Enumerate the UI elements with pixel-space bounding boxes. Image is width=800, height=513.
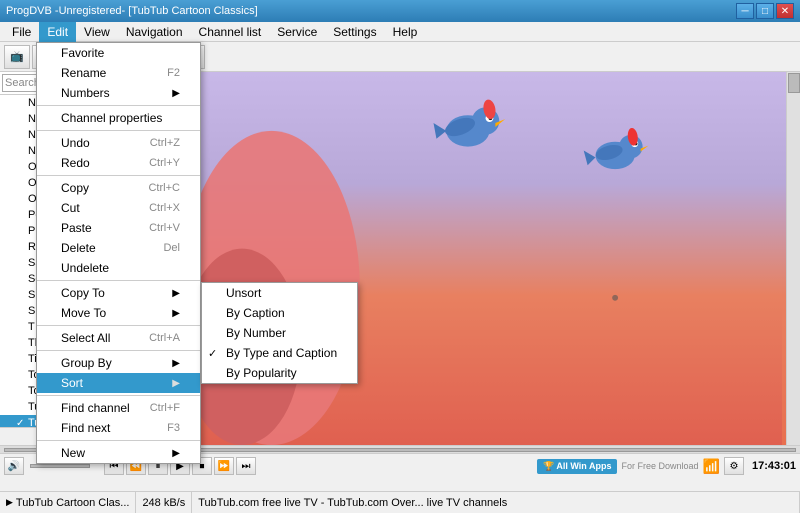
clock: 17:43:01 <box>752 460 796 472</box>
edit-group-by[interactable]: Group By▶ <box>37 353 200 373</box>
menu-navigation[interactable]: Navigation <box>118 22 191 42</box>
volume-btn[interactable]: 🔊 <box>4 457 24 475</box>
sep <box>37 325 200 326</box>
edit-menu: Favorite RenameF2 Numbers▶ Channel prope… <box>36 42 201 464</box>
sort-menu: Unsort By Caption By Number ✓By Type and… <box>201 282 358 384</box>
menu-service[interactable]: Service <box>269 22 325 42</box>
signal-icon: 📶 <box>703 458 720 475</box>
scroll-thumb[interactable] <box>788 73 800 93</box>
volume-slider[interactable] <box>30 464 90 468</box>
edit-undelete[interactable]: Undelete <box>37 258 200 278</box>
volume-area <box>30 464 90 468</box>
edit-find-channel[interactable]: Find channelCtrl+F <box>37 398 200 418</box>
video-area <box>175 72 800 445</box>
menu-help[interactable]: Help <box>385 22 426 42</box>
edit-undo[interactable]: UndoCtrl+Z <box>37 133 200 153</box>
edit-find-next[interactable]: Find nextF3 <box>37 418 200 438</box>
menu-channel-list[interactable]: Channel list <box>191 22 270 42</box>
edit-delete[interactable]: DeleteDel <box>37 238 200 258</box>
edit-redo[interactable]: RedoCtrl+Y <box>37 153 200 173</box>
menu-view[interactable]: View <box>76 22 118 42</box>
settings-btn[interactable]: ⚙ <box>724 457 744 475</box>
edit-copy[interactable]: CopyCtrl+C <box>37 178 200 198</box>
sep <box>37 440 200 441</box>
edit-channel-props[interactable]: Channel properties <box>37 108 200 128</box>
titlebar-title: ProgDVB -Unregistered- [TubTub Cartoon C… <box>6 5 258 17</box>
allwinapps-logo: 🏆 All Win Apps <box>537 459 617 474</box>
status-description: TubTub.com free live TV - TubTub.com Ove… <box>192 492 800 513</box>
sep <box>37 130 200 131</box>
maximize-button[interactable]: □ <box>756 3 774 19</box>
titlebar-controls: ─ □ ✕ <box>736 3 794 19</box>
menu-settings[interactable]: Settings <box>325 22 384 42</box>
right-controls: 🏆 All Win Apps For Free Download 📶 ⚙ 17:… <box>537 457 796 475</box>
allwinapps-sub: For Free Download <box>621 461 698 471</box>
edit-select-all[interactable]: Select AllCtrl+A <box>37 328 200 348</box>
sort-by-popularity[interactable]: By Popularity <box>202 363 357 383</box>
edit-new[interactable]: New▶ <box>37 443 200 463</box>
next-btn[interactable]: ⏩ <box>214 457 234 475</box>
toolbar-btn-1[interactable]: 📺 <box>4 45 30 69</box>
edit-move-to[interactable]: Move To▶ <box>37 303 200 323</box>
edit-copy-to[interactable]: Copy To▶ <box>37 283 200 303</box>
channel-icon: ▶ <box>6 497 13 508</box>
status-channel-name: TubTub Cartoon Clas... <box>16 497 130 509</box>
edit-sort[interactable]: Sort▶ <box>37 373 200 393</box>
status-bitrate: 248 kB/s <box>136 492 192 513</box>
edit-rename[interactable]: RenameF2 <box>37 63 200 83</box>
minimize-button[interactable]: ─ <box>736 3 754 19</box>
menu-edit[interactable]: Edit <box>39 22 76 42</box>
menu-file[interactable]: File <box>4 22 39 42</box>
sep <box>37 395 200 396</box>
video-content <box>175 72 800 445</box>
video-scrollbar[interactable] <box>786 72 800 445</box>
sep <box>37 105 200 106</box>
cartoon-svg <box>175 72 800 445</box>
sort-by-number[interactable]: By Number <box>202 323 357 343</box>
sort-by-caption[interactable]: By Caption <box>202 303 357 323</box>
titlebar: ProgDVB -Unregistered- [TubTub Cartoon C… <box>0 0 800 22</box>
sep <box>37 280 200 281</box>
sep <box>37 175 200 176</box>
edit-favorite[interactable]: Favorite <box>37 43 200 63</box>
sort-by-type-caption[interactable]: ✓By Type and Caption <box>202 343 357 363</box>
menubar: File Edit View Navigation Channel list S… <box>0 22 800 42</box>
status-channel: ▶ TubTub Cartoon Clas... <box>0 492 136 513</box>
edit-paste[interactable]: PasteCtrl+V <box>37 218 200 238</box>
status-description-text: TubTub.com free live TV - TubTub.com Ove… <box>198 497 507 509</box>
edit-numbers[interactable]: Numbers▶ <box>37 83 200 103</box>
close-button[interactable]: ✕ <box>776 3 794 19</box>
skip-fwd-btn[interactable]: ⏭ <box>236 457 256 475</box>
statusbar: ▶ TubTub Cartoon Clas... 248 kB/s TubTub… <box>0 491 800 513</box>
sort-unsort[interactable]: Unsort <box>202 283 357 303</box>
edit-cut[interactable]: CutCtrl+X <box>37 198 200 218</box>
sep <box>37 350 200 351</box>
